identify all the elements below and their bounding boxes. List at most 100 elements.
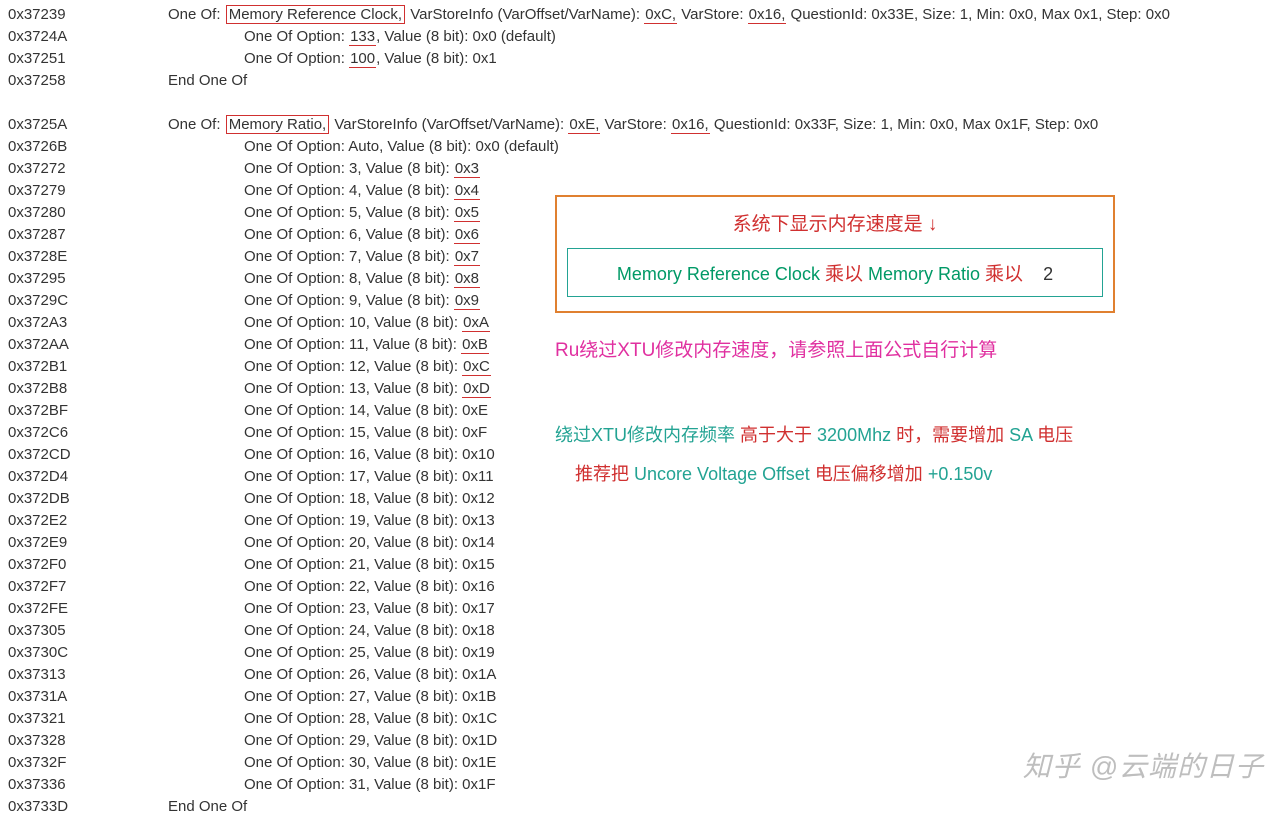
- text: One Of Option: 13, Value (8 bit): 0xD: [168, 378, 491, 400]
- addr: 0x3725A: [8, 114, 168, 136]
- option-row: 0x3730COne Of Option: 25, Value (8 bit):…: [8, 642, 1276, 664]
- addr: 0x37336: [8, 774, 168, 796]
- opt-value: 0x7: [454, 248, 480, 266]
- text: One Of Option: 19, Value (8 bit): 0x13: [168, 510, 495, 532]
- option-row: 0x37321One Of Option: 28, Value (8 bit):…: [8, 708, 1276, 730]
- addr: 0x3724A: [8, 26, 168, 48]
- addr: 0x3726B: [8, 136, 168, 158]
- opt-value: 0xC: [462, 358, 491, 376]
- addr: 0x372CD: [8, 444, 168, 466]
- addr: 0x372F0: [8, 554, 168, 576]
- option-row: 0x372E2One Of Option: 19, Value (8 bit):…: [8, 510, 1276, 532]
- text: One Of Option: 15, Value (8 bit): 0xF: [168, 422, 487, 444]
- text: One Of Option: 26, Value (8 bit): 0x1A: [168, 664, 496, 686]
- addr: 0x372DB: [8, 488, 168, 510]
- formula-op2: 乘以: [985, 264, 1023, 285]
- text: One Of Option: 100, Value (8 bit): 0x1: [168, 48, 497, 70]
- addr: 0x37280: [8, 202, 168, 224]
- formula-term-b: Memory Ratio: [868, 264, 980, 284]
- text: One Of Option: 4, Value (8 bit): 0x4: [168, 180, 480, 202]
- opt-value: 0x4: [454, 182, 480, 200]
- note-mixed: 绕过XTU修改内存频率 高于大于 3200Mhz 时，需要增加 SA 电压 推荐…: [555, 416, 1115, 495]
- formula-op1: 乘以: [825, 264, 863, 285]
- text: One Of Option: 8, Value (8 bit): 0x8: [168, 268, 480, 290]
- addr: 0x372B1: [8, 356, 168, 378]
- opt-value: 0xD: [462, 380, 491, 398]
- text: End One Of: [168, 796, 247, 818]
- option-row: 0x372F7One Of Option: 22, Value (8 bit):…: [8, 576, 1276, 598]
- text: One Of Option: 6, Value (8 bit): 0x6: [168, 224, 480, 246]
- text: One Of Option: 27, Value (8 bit): 0x1B: [168, 686, 496, 708]
- option-row: 0x372FEOne Of Option: 23, Value (8 bit):…: [8, 598, 1276, 620]
- formula-inner: Memory Reference Clock 乘以 Memory Ratio 乘…: [567, 248, 1103, 297]
- text: One Of Option: 25, Value (8 bit): 0x19: [168, 642, 495, 664]
- addr: 0x37239: [8, 4, 168, 26]
- addr: 0x372B8: [8, 378, 168, 400]
- opt-value: 100: [349, 50, 376, 68]
- var-offset: 0xE,: [568, 116, 600, 134]
- text: One Of Option: Auto, Value (8 bit): 0x0 …: [168, 136, 559, 158]
- option-row: 0x372E9One Of Option: 20, Value (8 bit):…: [8, 532, 1276, 554]
- text: One Of Option: 12, Value (8 bit): 0xC: [168, 356, 491, 378]
- addr: 0x37258: [8, 70, 168, 92]
- addr: 0x3731A: [8, 686, 168, 708]
- option-row: 0x37251One Of Option: 100, Value (8 bit)…: [8, 48, 1276, 70]
- var-store: 0x16,: [748, 6, 787, 24]
- addr: 0x372E2: [8, 510, 168, 532]
- opt-value: 0x3: [454, 160, 480, 178]
- addr: 0x37279: [8, 180, 168, 202]
- annotation-panel: 系统下显示内存速度是 ↓ Memory Reference Clock 乘以 M…: [555, 195, 1115, 495]
- addr: 0x372AA: [8, 334, 168, 356]
- opt-value: 0x5: [454, 204, 480, 222]
- addr: 0x372E9: [8, 532, 168, 554]
- formula-term-a: Memory Reference Clock: [617, 264, 820, 284]
- var-name: Memory Ratio,: [226, 115, 330, 134]
- addr: 0x372BF: [8, 400, 168, 422]
- text: One Of Option: 28, Value (8 bit): 0x1C: [168, 708, 497, 730]
- addr: 0x37287: [8, 224, 168, 246]
- option-row: 0x3731AOne Of Option: 27, Value (8 bit):…: [8, 686, 1276, 708]
- formula-box: 系统下显示内存速度是 ↓ Memory Reference Clock 乘以 M…: [555, 195, 1115, 313]
- note-magenta: Ru绕过XTU修改内存速度，请参照上面公式自行计算: [555, 337, 1115, 366]
- text: One Of Option: 10, Value (8 bit): 0xA: [168, 312, 490, 334]
- opt-value: 0xB: [461, 336, 489, 354]
- formula-term-c: 2: [1043, 264, 1053, 284]
- text: One Of Option: 7, Value (8 bit): 0x7: [168, 246, 480, 268]
- addr: 0x372C6: [8, 422, 168, 444]
- option-row: 0x37313One Of Option: 26, Value (8 bit):…: [8, 664, 1276, 686]
- text: End One Of: [168, 70, 247, 92]
- text: One Of Option: 3, Value (8 bit): 0x3: [168, 158, 480, 180]
- end-oneof: 0x3733DEnd One Of: [8, 796, 1276, 818]
- addr: 0x3730C: [8, 642, 168, 664]
- text: One Of Option: 21, Value (8 bit): 0x15: [168, 554, 495, 576]
- addr: 0x372FE: [8, 598, 168, 620]
- text: One Of Option: 31, Value (8 bit): 0x1F: [168, 774, 496, 796]
- oneof-header: 0x3725AOne Of: Memory Ratio, VarStoreInf…: [8, 114, 1276, 136]
- text: One Of Option: 5, Value (8 bit): 0x5: [168, 202, 480, 224]
- text: One Of Option: 24, Value (8 bit): 0x18: [168, 620, 495, 642]
- watermark: 知乎 @云端的日子: [1023, 745, 1264, 785]
- addr: 0x37313: [8, 664, 168, 686]
- addr: 0x372A3: [8, 312, 168, 334]
- addr: 0x37305: [8, 620, 168, 642]
- addr: 0x37272: [8, 158, 168, 180]
- text: One Of Option: 14, Value (8 bit): 0xE: [168, 400, 488, 422]
- addr: 0x372D4: [8, 466, 168, 488]
- formula-title: 系统下显示内存速度是 ↓: [567, 209, 1103, 236]
- addr: 0x37321: [8, 708, 168, 730]
- option-row: 0x37272One Of Option: 3, Value (8 bit): …: [8, 158, 1276, 180]
- var-store: 0x16,: [671, 116, 710, 134]
- addr: 0x372F7: [8, 576, 168, 598]
- text: One Of: Memory Reference Clock, VarStore…: [168, 4, 1170, 26]
- blank-line: [8, 92, 1276, 114]
- addr: 0x3733D: [8, 796, 168, 818]
- text: One Of Option: 20, Value (8 bit): 0x14: [168, 532, 495, 554]
- addr: 0x3728E: [8, 246, 168, 268]
- var-offset: 0xC,: [644, 6, 677, 24]
- option-row: 0x37305One Of Option: 24, Value (8 bit):…: [8, 620, 1276, 642]
- text: One Of Option: 9, Value (8 bit): 0x9: [168, 290, 480, 312]
- option-row: 0x3726BOne Of Option: Auto, Value (8 bit…: [8, 136, 1276, 158]
- text: One Of Option: 23, Value (8 bit): 0x17: [168, 598, 495, 620]
- addr: 0x37328: [8, 730, 168, 752]
- option-row: 0x372F0One Of Option: 21, Value (8 bit):…: [8, 554, 1276, 576]
